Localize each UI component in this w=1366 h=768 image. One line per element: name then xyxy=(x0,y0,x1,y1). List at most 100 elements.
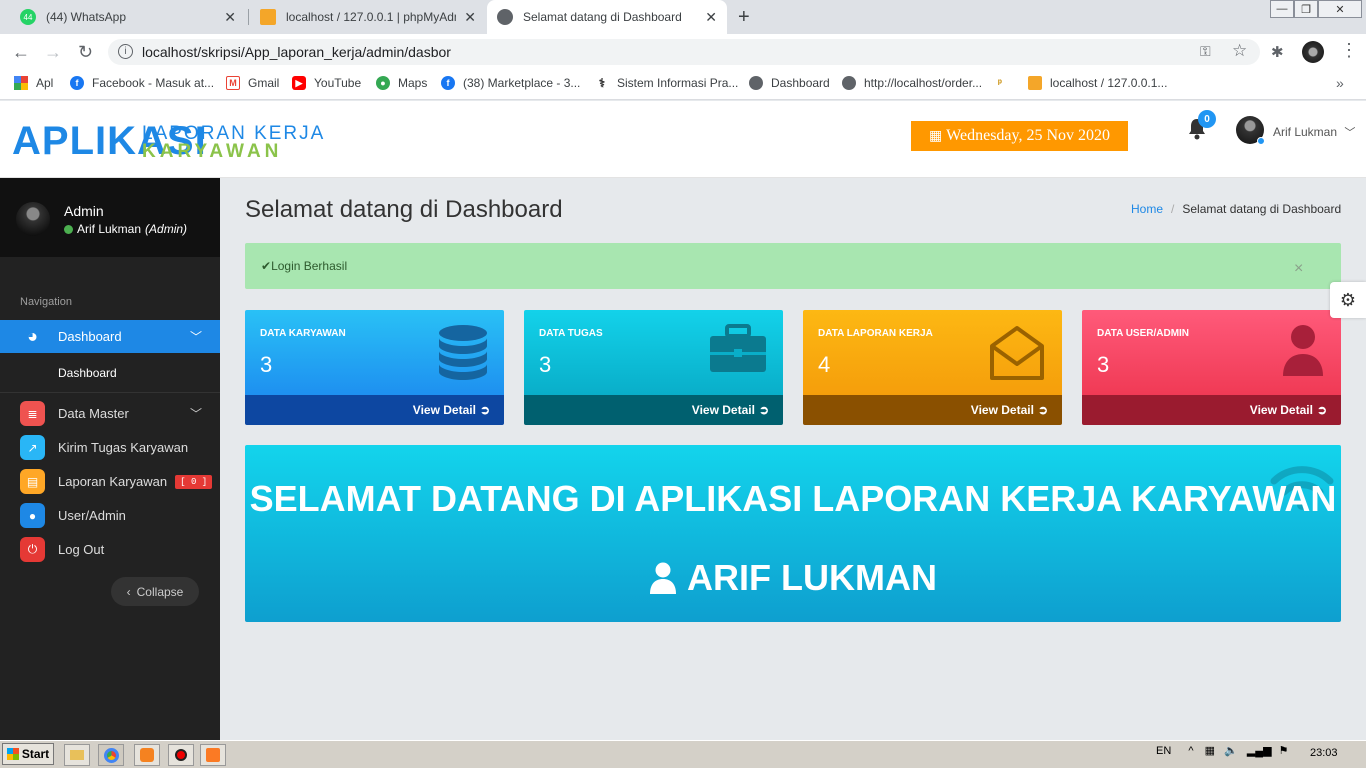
more-bookmarks-icon[interactable]: » xyxy=(1336,75,1344,91)
flag-icon[interactable]: ⚑ xyxy=(1279,745,1289,757)
sidebar-item-dashboard[interactable]: ◕ Dashboard ﹀ xyxy=(20,324,202,349)
user-menu[interactable]: Arif Lukman ﹀ xyxy=(1273,124,1355,140)
bookmark-facebook[interactable]: f Facebook - Masuk at... xyxy=(70,76,214,90)
app-taskbar-icon[interactable] xyxy=(134,744,160,766)
network-icon[interactable]: ▦ xyxy=(1205,745,1215,757)
close-tab-icon[interactable]: ✕ xyxy=(705,9,717,26)
share-icon: ↗ xyxy=(20,435,45,460)
breadcrumb-home-link[interactable]: Home xyxy=(1131,202,1163,216)
alert-close-button[interactable]: × xyxy=(1294,260,1303,278)
chevron-left-icon: ‹ xyxy=(126,584,131,599)
view-detail-link[interactable]: View Detail ➲ xyxy=(524,395,783,425)
sidebar-item-data-master[interactable]: ≣ Data Master ﹀ xyxy=(20,401,202,426)
card-label: DATA KARYAWAN xyxy=(260,328,346,339)
collapse-button[interactable]: ‹ Collapse xyxy=(111,577,199,606)
info-icon[interactable]: i xyxy=(118,44,133,59)
banner-title: SELAMAT DATANG DI APLIKASI LAPORAN KERJA… xyxy=(249,478,1337,519)
restore-button[interactable]: ❐ xyxy=(1294,0,1318,18)
start-label: Start xyxy=(21,747,50,761)
forward-icon[interactable]: → xyxy=(44,42,62,63)
chrome-taskbar-icon[interactable] xyxy=(98,744,124,766)
alert-text: ✔Login Berhasil xyxy=(261,259,347,273)
system-tray: EN ^ ▦ 🔈 ▂▄▆ ⚑ xyxy=(1156,744,1288,757)
view-detail-link[interactable]: View Detail ➲ xyxy=(245,395,504,425)
arrow-circle-right-icon: ➲ xyxy=(479,403,490,417)
tab-title: Selamat datang di Dashboard xyxy=(523,10,682,24)
login-alert xyxy=(245,243,1341,289)
sidebar-item-label: Dashboard xyxy=(58,329,122,344)
bookmark-apps[interactable]: Apl xyxy=(14,76,53,90)
alert-message: Login Berhasil xyxy=(271,259,348,273)
bookmark-dashboard[interactable]: Dashboard xyxy=(749,76,830,90)
bookmark-maps[interactable]: ● Maps xyxy=(376,76,427,90)
sidebar-item-user-admin[interactable]: ● User/Admin xyxy=(20,503,126,528)
dashboard-gauge-icon: ◕ xyxy=(27,326,38,346)
clock[interactable]: 23:03 xyxy=(1310,747,1338,759)
sidebar-role: Admin xyxy=(64,203,104,219)
show-hidden-icons[interactable]: ^ xyxy=(1188,745,1193,757)
tab-whatsapp[interactable]: 44 (44) WhatsApp ✕ xyxy=(10,0,246,34)
sidebar-item-label: Laporan Karyawan xyxy=(58,474,168,489)
card-label: DATA USER/ADMIN xyxy=(1097,328,1190,339)
date-display: ▦ Wednesday, 25 Nov 2020 xyxy=(911,121,1128,151)
globe-icon xyxy=(749,76,763,90)
breadcrumb-current: Selamat datang di Dashboard xyxy=(1182,202,1342,216)
key-icon[interactable]: ⚿ xyxy=(1200,43,1211,60)
sidebar-user-name: Arif Lukman (Admin) xyxy=(64,222,187,236)
close-window-button[interactable]: ✕ xyxy=(1318,0,1362,18)
whatsapp-icon: 44 xyxy=(20,9,36,25)
sidebar-divider xyxy=(0,392,220,393)
bookmark-youtube[interactable]: ▶ YouTube xyxy=(292,76,361,90)
new-tab-button[interactable]: + xyxy=(738,6,750,29)
profile-avatar[interactable] xyxy=(1302,41,1324,63)
volume-icon[interactable]: 🔈 xyxy=(1224,745,1238,757)
bookmark-marketplace[interactable]: f (38) Marketplace - 3... xyxy=(441,76,580,90)
youtube-icon: ▶ xyxy=(292,76,306,90)
pma-small-icon[interactable]: ᵖ xyxy=(998,78,1002,89)
back-icon[interactable]: ← xyxy=(12,42,30,63)
sidebar-item-logout[interactable]: ⏻ Log Out xyxy=(20,537,104,562)
url-text[interactable]: localhost/skripsi/App_laporan_kerja/admi… xyxy=(142,44,451,60)
menu-kebab-icon[interactable]: ⋮ xyxy=(1340,40,1358,61)
card-value: 3 xyxy=(1097,352,1110,377)
settings-gear-button[interactable]: ⚙ xyxy=(1330,282,1366,318)
globe-icon xyxy=(842,76,856,90)
maps-pin-icon: ● xyxy=(376,76,390,90)
view-detail-link[interactable]: View Detail ➲ xyxy=(1082,395,1341,425)
minimize-button[interactable]: — xyxy=(1270,0,1294,18)
bookmark-label: localhost / 127.0.0.1... xyxy=(1050,76,1168,90)
role-tag: (Admin) xyxy=(145,222,188,236)
chevron-down-icon: ﹀ xyxy=(189,330,202,344)
language-indicator[interactable]: EN xyxy=(1156,745,1171,757)
star-icon[interactable]: ☆ xyxy=(1232,41,1247,61)
bookmark-sistem-informasi[interactable]: ⚕ Sistem Informasi Pra... xyxy=(595,76,739,90)
tab-phpmyadmin[interactable]: localhost / 127.0.0.1 | phpMyAdmin ✕ xyxy=(250,0,486,34)
record-taskbar-icon[interactable] xyxy=(168,744,194,766)
signal-icon[interactable]: ▂▄▆ xyxy=(1247,745,1272,757)
tab-dashboard[interactable]: Selamat datang di Dashboard ✕ xyxy=(487,0,727,34)
sidebar-item-laporan[interactable]: ▤ Laporan Karyawan [ 0 ] xyxy=(20,469,213,494)
xampp-taskbar-icon[interactable] xyxy=(200,744,226,766)
bookmark-gmail[interactable]: M Gmail xyxy=(226,76,279,90)
close-tab-icon[interactable]: ✕ xyxy=(464,9,476,26)
pdf-file-icon: ▤ xyxy=(20,469,45,494)
briefcase-icon xyxy=(710,324,766,372)
bookmark-localhost-order[interactable]: http://localhost/order... xyxy=(842,76,982,90)
reload-icon[interactable]: ↻ xyxy=(78,42,93,63)
explorer-taskbar-icon[interactable] xyxy=(64,744,90,766)
sidebar-item-kirim-tugas[interactable]: ↗ Kirim Tugas Karyawan xyxy=(20,435,188,460)
start-button[interactable]: Start xyxy=(2,743,54,765)
windows-flag-icon xyxy=(6,748,19,760)
gmail-icon: M xyxy=(226,76,240,90)
view-detail-label: View Detail xyxy=(412,403,476,417)
database-icon xyxy=(439,325,487,380)
logo-line2: KARYAWAN xyxy=(142,141,283,162)
extensions-icon[interactable]: ✱ xyxy=(1271,43,1284,61)
view-detail-link[interactable]: View Detail ➲ xyxy=(803,395,1062,425)
sidebar-subitem-dashboard[interactable]: Dashboard xyxy=(58,366,117,380)
globe-icon xyxy=(497,9,513,25)
bookmark-phpmyadmin[interactable]: localhost / 127.0.0.1... xyxy=(1028,76,1167,90)
breadcrumb: Home / Selamat datang di Dashboard xyxy=(1131,202,1341,216)
close-tab-icon[interactable]: ✕ xyxy=(224,9,236,26)
sidebar-item-label: User/Admin xyxy=(58,508,126,523)
